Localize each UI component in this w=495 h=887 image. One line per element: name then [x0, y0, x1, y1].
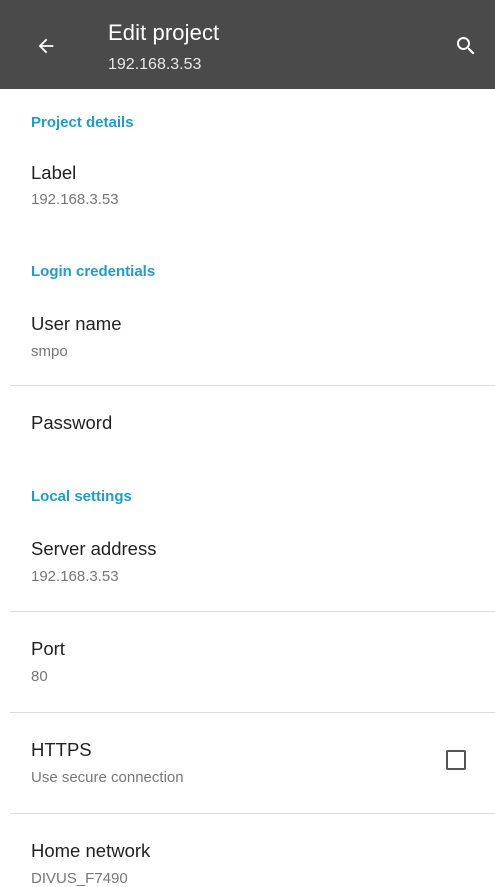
pref-user-name-summary: smpo: [31, 343, 68, 360]
pref-label-title: Label: [31, 162, 77, 183]
pref-label-summary: 192.168.3.53: [31, 191, 119, 208]
pref-user-name[interactable]: User name smpo: [0, 300, 495, 384]
arrow-left-icon: [38, 38, 54, 54]
section-project-details: Project details: [31, 114, 134, 131]
pref-home-network[interactable]: Home network DIVUS_F7490: [0, 814, 495, 887]
search-button[interactable]: [446, 26, 486, 66]
pref-label[interactable]: Label 192.168.3.53: [0, 150, 495, 225]
pref-server-address-summary: 192.168.3.53: [31, 568, 119, 585]
pref-user-name-title: User name: [31, 313, 122, 334]
https-checkbox[interactable]: [446, 750, 466, 770]
app-bar: Edit project 192.168.3.53: [0, 0, 495, 89]
page-title: Edit project: [108, 20, 220, 45]
back-button[interactable]: [24, 24, 68, 68]
pref-https-summary: Use secure connection: [31, 769, 184, 786]
pref-home-network-summary: DIVUS_F7490: [31, 870, 128, 887]
pref-password[interactable]: Password: [0, 386, 495, 466]
pref-server-address-title: Server address: [31, 538, 157, 559]
section-local-settings: Local settings: [31, 488, 132, 505]
pref-port-title: Port: [31, 638, 65, 659]
pref-port[interactable]: Port 80: [0, 612, 495, 711]
pref-password-title: Password: [31, 412, 113, 433]
pref-https-title: HTTPS: [31, 739, 92, 760]
pref-server-address[interactable]: Server address 192.168.3.53: [0, 525, 495, 610]
pref-port-summary: 80: [31, 668, 48, 685]
pref-https[interactable]: HTTPS Use secure connection: [0, 713, 495, 812]
page-subtitle: 192.168.3.53: [108, 56, 202, 73]
section-login-credentials: Login credentials: [31, 263, 156, 280]
search-icon: [457, 37, 475, 55]
pref-home-network-title: Home network: [31, 840, 151, 861]
